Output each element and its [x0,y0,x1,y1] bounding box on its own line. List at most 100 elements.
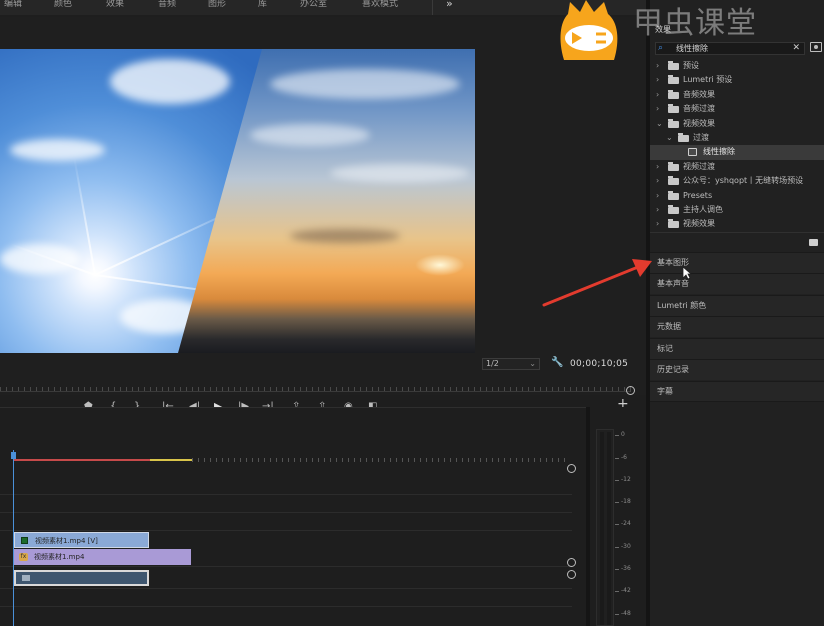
waveform-icon [22,575,30,581]
zoom-select[interactable]: 1/2 ⌄ [482,358,540,370]
render-bar-yellow [150,459,192,461]
folder-icon [668,161,679,171]
panel-history[interactable]: 历史记录 [650,359,824,380]
effects-tree-label: 视频效果 [683,118,715,128]
annotation-arrow [542,259,652,307]
meter-tick: -30 [615,543,631,550]
panel-essential-sound[interactable]: 基本声音 [650,273,824,294]
fx-badge-icon: fx [19,553,28,561]
effects-tree-item[interactable]: ⌄ 过渡 [650,131,824,145]
chevron-right-icon[interactable]: › [656,160,659,174]
wrench-icon[interactable]: 🔧 [551,357,563,368]
chevron-down-icon[interactable]: ⌄ [656,117,663,131]
workspace-tab-favorite[interactable]: 喜欢模式 [362,0,398,9]
chevron-right-icon[interactable]: › [656,102,659,116]
clip-color-icon [21,537,28,544]
folder-icon [668,190,679,200]
chevron-right-icon[interactable]: › [656,189,659,203]
effects-tree-item[interactable]: ⌄ 视频效果 [650,117,824,131]
effects-tree-item[interactable]: › Lumetri 预设 [650,73,824,87]
timecode: 00;00;10;05 [570,359,629,369]
panel-essential-graphics[interactable]: 基本图形 [650,252,824,273]
workspace-tab-graphics[interactable]: 图形 [208,0,226,9]
effects-tree-label: Lumetri 预设 [683,75,733,85]
panel-captions[interactable]: 字幕 [650,381,824,402]
workspace-tab-edit[interactable]: 编辑 [4,0,22,9]
meter-tick: -18 [615,498,631,505]
meter-tick: -42 [615,587,631,594]
new-custom-bin-icon[interactable] [810,42,822,52]
effects-tree-item[interactable]: › 音频效果 [650,88,824,102]
workspace-tab-effects[interactable]: 效果 [106,0,124,9]
ruler-zoom-handle[interactable] [626,386,635,395]
cloud [10,139,105,161]
workspace-tab-libraries[interactable]: 库 [258,0,267,9]
meter-tick: -12 [615,476,631,483]
effects-tree-label: 主持人调色 [683,204,723,214]
cloud [110,59,230,104]
effect-icon [688,148,697,157]
effects-tree-item[interactable]: › 视频过渡 [650,160,824,174]
effects-tree-label: 音频过渡 [683,104,715,114]
panel-lumetri-color[interactable]: Lumetri 颜色 [650,295,824,316]
chevron-right-icon[interactable]: › [656,203,659,217]
track-scroll-handle[interactable] [567,558,576,567]
workspace-tab-audio[interactable]: 音频 [158,0,176,9]
chevron-right-icon[interactable]: › [656,59,659,73]
effects-tree-item[interactable]: › 音频过渡 [650,102,824,116]
panel-markers[interactable]: 标记 [650,338,824,359]
effects-panel: 效果 ⌕ 线性擦除 ✕ › 预设 › Lumetri 预设 › 音频效果 › 音频过渡 ⌄ 视频效… [650,0,824,626]
chevron-right-icon[interactable]: › [656,73,659,87]
effects-search-field[interactable]: ⌕ 线性擦除 ✕ [655,42,805,55]
folder-icon [668,118,679,128]
monitor-controls: 1/2 ⌄ 🔧 00;00;10;05 [0,353,646,375]
program-video-frame [0,49,475,353]
track-divider [0,530,572,531]
workspace-tab-office[interactable]: 办公室 [300,0,327,9]
folder-icon [668,104,679,114]
effects-tree-item[interactable]: › Presets [650,189,824,203]
track-scroll-handle[interactable] [567,570,576,579]
playhead-handle[interactable] [11,452,16,459]
effects-tree-label: 公众号：yshqopt丨无缝转场预设 [683,176,804,186]
program-monitor: 1/2 ⌄ 🔧 00;00;10;05 ⬟ { } |← ◀| ▶ |▶ →| … [0,17,646,413]
effects-tree-item[interactable]: › 预设 [650,59,824,73]
effects-tree: › 预设 › Lumetri 预设 › 音频效果 › 音频过渡 ⌄ 视频效果 ⌄ 过渡 线性擦除 › 视频过… [650,59,824,232]
meter-tick: -24 [615,520,631,527]
workspace-overflow-button[interactable]: » [446,0,453,10]
folder-icon [668,176,679,186]
ruler-line [0,391,630,392]
effects-tree-label: Presets [683,190,713,200]
effects-tree-item[interactable]: › 主持人调色 [650,203,824,217]
clear-search-icon[interactable]: ✕ [792,43,800,54]
chevron-down-icon[interactable]: ⌄ [666,131,673,145]
effects-tree-item[interactable]: › 视频效果 [650,217,824,231]
video-clip[interactable]: 视频素材1.mp4 [V] [14,532,149,548]
effects-tree-label: 预设 [683,61,699,70]
workspace-tab-color[interactable]: 颜色 [54,0,72,9]
track-divider [0,566,572,567]
chevron-down-icon: ⌄ [529,359,536,368]
chevron-right-icon[interactable]: › [656,174,659,188]
effects-tree-label: 线性擦除 [703,147,735,157]
chevron-right-icon[interactable]: › [656,88,659,102]
effects-tree-label: 视频过渡 [683,161,715,171]
cloud [290,229,400,243]
monitor-ruler[interactable] [0,378,636,395]
chevron-right-icon[interactable]: › [656,217,659,231]
render-bar-red [13,459,150,461]
playhead[interactable] [13,450,14,626]
track-divider [0,512,572,513]
effects-tree-item[interactable]: 线性擦除 [650,145,824,160]
audio-clip[interactable]: fx 视频素材1.mp4 [14,549,191,565]
effects-panel-footer [650,232,824,252]
video-clip-label: 视频素材1.mp4 [V] [35,537,98,545]
timeline-zoom-handle[interactable] [567,464,576,473]
audio-clip-selected[interactable] [14,570,149,586]
folder-icon[interactable] [809,239,818,246]
timeline-ruler[interactable] [192,458,568,462]
audio-meter: 0 -6 -12 -18 -24 -30 -36 -42 -48 [590,407,646,626]
panel-metadata[interactable]: 元数据 [650,316,824,337]
cloud [330,164,470,182]
effects-tree-item[interactable]: › 公众号：yshqopt丨无缝转场预设 [650,174,824,188]
